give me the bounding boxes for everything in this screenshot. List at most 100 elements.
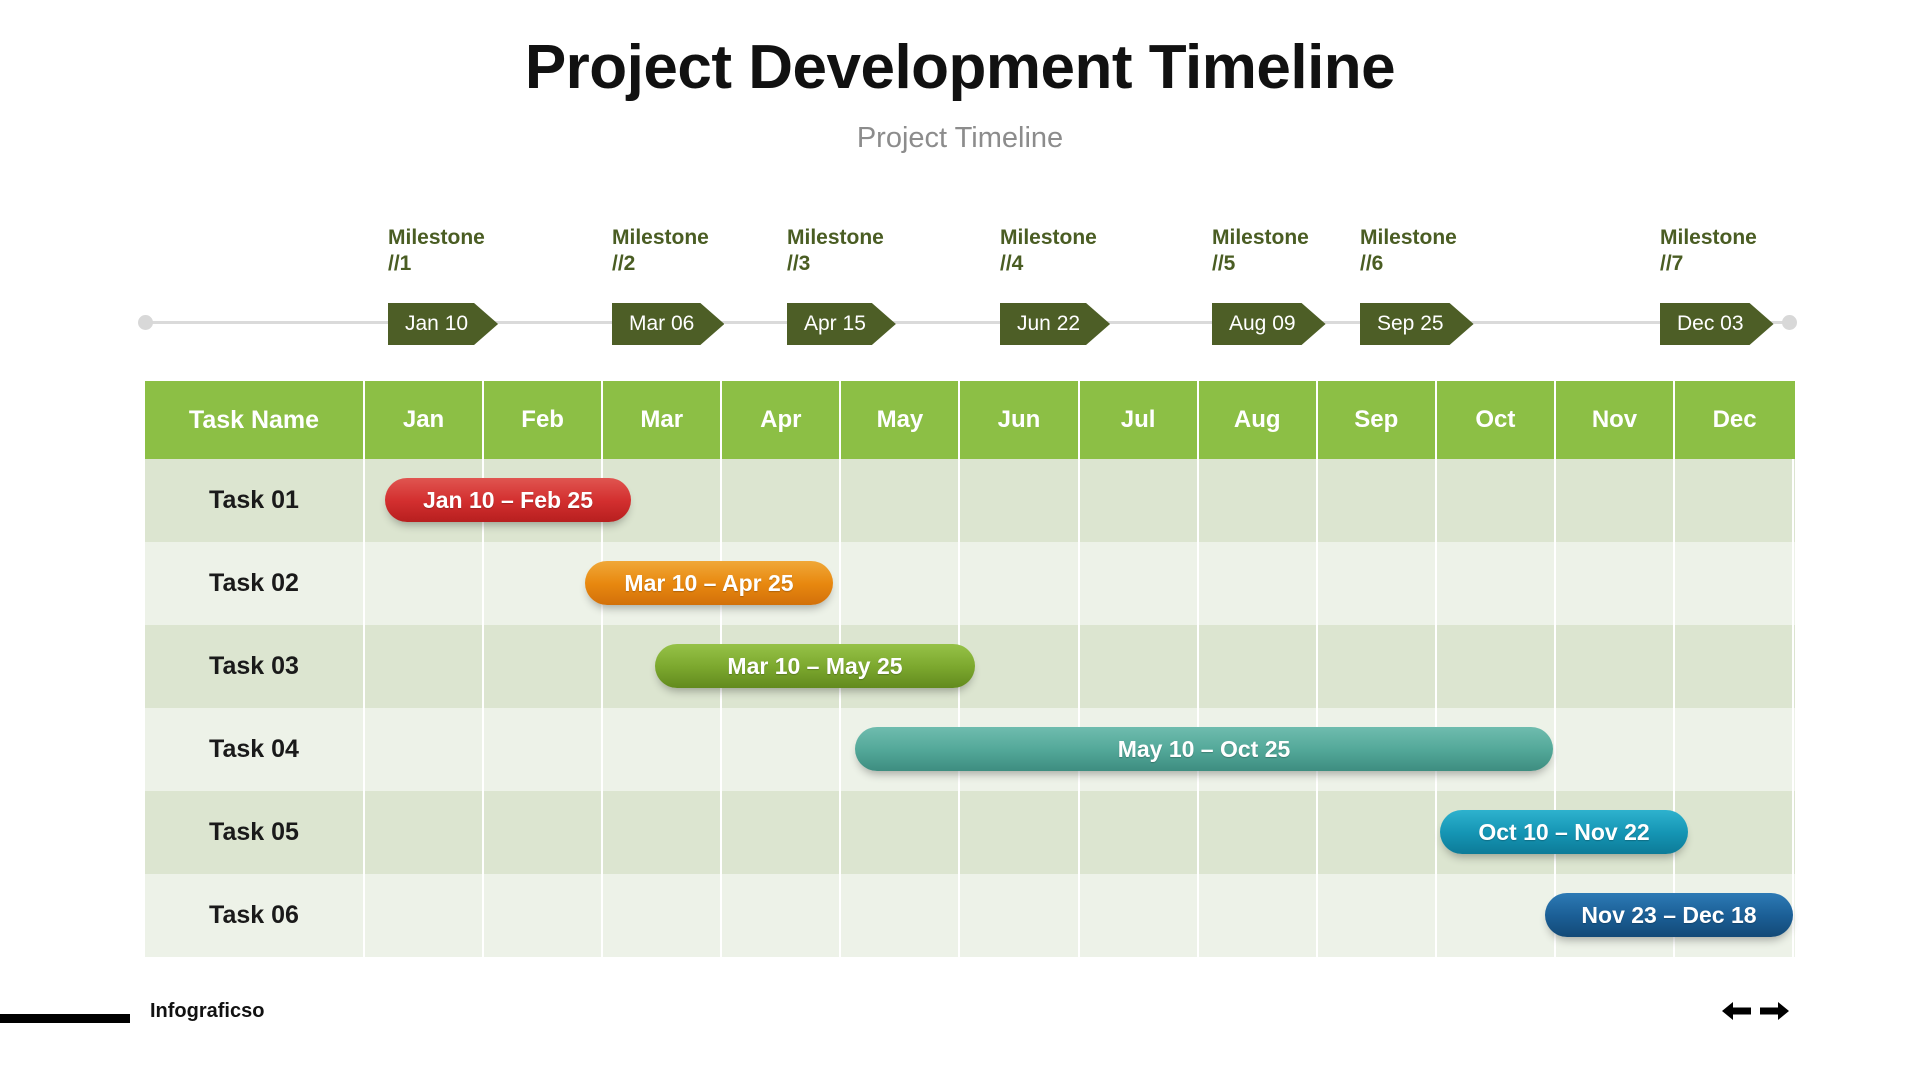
grid-cell-oct xyxy=(1437,542,1556,625)
table-row: Task 06 Nov 23 – Dec 18 xyxy=(145,874,1795,957)
column-header-sep: Sep xyxy=(1318,381,1437,459)
milestone-5[interactable]: Milestone//5 Aug 09 xyxy=(1212,225,1309,278)
task-name-cell: Task 01 xyxy=(145,459,365,542)
milestone-label: Milestone//2 xyxy=(612,226,709,276)
gantt-bar[interactable]: Jan 10 – Feb 25 xyxy=(385,478,631,522)
grid-cell-aug xyxy=(1199,625,1318,708)
column-header-apr: Apr xyxy=(722,381,842,459)
grid-cell-feb xyxy=(484,625,604,708)
milestone-date-chip[interactable]: Apr 15 xyxy=(787,303,896,345)
grid-cell-jun xyxy=(960,542,1080,625)
arrow-right-icon[interactable] xyxy=(1759,1000,1789,1022)
arrow-left-icon[interactable] xyxy=(1722,1000,1752,1022)
grid-cell-may xyxy=(841,542,961,625)
milestone-date-chip[interactable]: Sep 25 xyxy=(1360,303,1474,345)
grid-cell-apr xyxy=(722,459,842,542)
grid-cell-nov xyxy=(1556,459,1676,542)
grid-cell-aug xyxy=(1199,874,1318,957)
grid-cell-jul xyxy=(1080,459,1199,542)
grid-cell-mar xyxy=(603,874,723,957)
task-name-cell: Task 02 xyxy=(145,542,365,625)
milestone-label: Milestone//4 xyxy=(1000,226,1097,276)
grid-cell-jan xyxy=(365,625,485,708)
table-row: Task 04 May 10 – Oct 25 xyxy=(145,708,1795,791)
milestone-date-chip[interactable]: Aug 09 xyxy=(1212,303,1326,345)
table-row: Task 03 Mar 10 – May 25 xyxy=(145,625,1795,708)
grid-cell-jun xyxy=(960,459,1080,542)
grid-cell-jan xyxy=(365,708,485,791)
milestone-label: Milestone//7 xyxy=(1660,226,1757,276)
timeline-start-dot xyxy=(138,315,153,330)
gantt-bar[interactable]: Mar 10 – Apr 25 xyxy=(585,561,833,605)
grid-cell-aug xyxy=(1199,542,1318,625)
grid-cell-mar xyxy=(603,708,723,791)
grid-cell-sep xyxy=(1318,542,1437,625)
grid-cell-may xyxy=(841,459,961,542)
grid-cell-apr xyxy=(722,708,842,791)
table-row: Task 01 Jan 10 – Feb 25 xyxy=(145,459,1795,542)
column-header-mar: Mar xyxy=(603,381,723,459)
gantt-header-row: Task Name Jan Feb Mar Apr May Jun Jul Aug Sep Oct… xyxy=(145,381,1795,459)
milestone-7[interactable]: Milestone//7 Dec 03 xyxy=(1660,225,1757,278)
grid-cell-may xyxy=(841,874,961,957)
milestone-strip: Milestone//1 Jan 10 Milestone//2 Mar 06 Mile… xyxy=(0,0,1920,360)
milestone-6[interactable]: Milestone//6 Sep 25 xyxy=(1360,225,1457,278)
gantt-bar[interactable]: May 10 – Oct 25 xyxy=(855,727,1553,771)
grid-cell-sep xyxy=(1318,874,1437,957)
grid-cell-aug xyxy=(1199,459,1318,542)
column-header-dec: Dec xyxy=(1712,406,1757,433)
grid-cell-jul xyxy=(1080,874,1199,957)
column-header-feb: Feb xyxy=(484,381,604,459)
grid-cell-dec xyxy=(1675,791,1795,874)
grid-cell-jan xyxy=(365,874,485,957)
milestone-date-chip[interactable]: Jan 10 xyxy=(388,303,498,345)
gantt-body: Task 01 Jan 10 – Feb 25 Task 02 Mar 10 – Ap… xyxy=(145,459,1795,957)
column-header-may: May xyxy=(841,381,961,459)
grid-cell-apr xyxy=(722,791,842,874)
milestone-date-chip[interactable]: Mar 06 xyxy=(612,303,724,345)
milestone-4[interactable]: Milestone//4 Jun 22 xyxy=(1000,225,1097,278)
grid-cell-sep xyxy=(1318,459,1437,542)
grid-cell-nov xyxy=(1556,542,1676,625)
grid-cell-jan xyxy=(365,542,485,625)
task-name-cell: Task 05 xyxy=(145,791,365,874)
column-header-jul: Jul xyxy=(1080,381,1199,459)
grid-cell-oct xyxy=(1437,874,1556,957)
gantt-bar[interactable]: Nov 23 – Dec 18 xyxy=(1545,893,1793,937)
gantt-bar[interactable]: Oct 10 – Nov 22 xyxy=(1440,810,1688,854)
grid-cell-mar xyxy=(603,791,723,874)
grid-cell-jul xyxy=(1080,625,1199,708)
grid-cell-sep xyxy=(1318,625,1437,708)
grid-cell-sep xyxy=(1318,791,1437,874)
column-header-task-name: Task Name xyxy=(145,381,365,459)
grid-cell-may xyxy=(841,791,961,874)
gantt-chart: Task Name Jan Feb Mar Apr May Jun Jul Aug Sep Oct… xyxy=(145,381,1795,957)
grid-cell-jul xyxy=(1080,791,1199,874)
grid-cell-feb xyxy=(484,791,604,874)
milestone-3[interactable]: Milestone//3 Apr 15 xyxy=(787,225,884,278)
milestone-1[interactable]: Milestone//1 Jan 10 xyxy=(388,225,485,278)
gantt-bar[interactable]: Mar 10 – May 25 xyxy=(655,644,975,688)
milestone-2[interactable]: Milestone//2 Mar 06 xyxy=(612,225,709,278)
column-header-jan: Jan xyxy=(365,381,485,459)
milestone-date-chip[interactable]: Jun 22 xyxy=(1000,303,1110,345)
footer-navigation xyxy=(1722,1000,1789,1022)
task-name-cell: Task 06 xyxy=(145,874,365,957)
milestone-label: Milestone//5 xyxy=(1212,226,1309,276)
grid-cell-nov xyxy=(1556,625,1676,708)
grid-cell-nov xyxy=(1556,708,1676,791)
grid-cell-dec xyxy=(1675,708,1795,791)
task-name-cell: Task 04 xyxy=(145,708,365,791)
grid-cell-dec xyxy=(1675,542,1795,625)
column-header-oct: Oct xyxy=(1437,381,1556,459)
milestone-label: Milestone//3 xyxy=(787,226,884,276)
grid-cell-oct xyxy=(1437,459,1556,542)
table-row: Task 05 Oct 10 – Nov 22 xyxy=(145,791,1795,874)
column-header-jun: Jun xyxy=(960,381,1080,459)
table-row: Task 02 Mar 10 – Apr 25 xyxy=(145,542,1795,625)
column-header-nov: Nov xyxy=(1556,381,1676,459)
grid-cell-dec xyxy=(1675,459,1795,542)
grid-cell-jun xyxy=(960,874,1080,957)
milestone-date-chip[interactable]: Dec 03 xyxy=(1660,303,1774,345)
grid-cell-jul xyxy=(1080,542,1199,625)
